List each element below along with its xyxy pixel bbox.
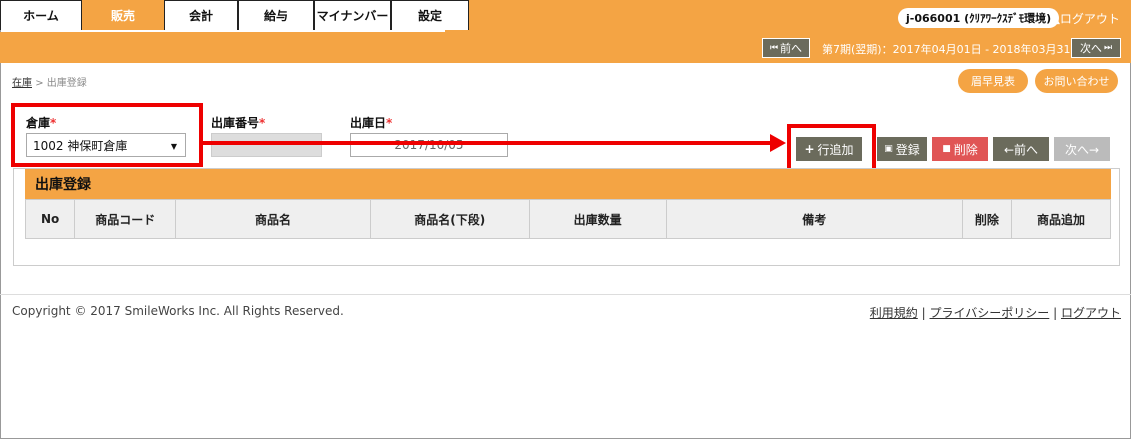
footer-sep: | xyxy=(921,306,926,320)
breadcrumb-separator: > xyxy=(35,78,44,89)
table-header-row: No 商品コード 商品名 商品名(下段) 出庫数量 備考 削除 商品追加 xyxy=(24,199,1112,239)
col-add-product: 商品追加 xyxy=(1010,199,1112,239)
skip-forward-icon: ⏭ xyxy=(1103,43,1113,53)
section-title: 出庫登録 xyxy=(25,169,1111,199)
date-label: 出庫日* xyxy=(350,114,392,131)
col-name: 商品名 xyxy=(175,199,371,239)
period-prev-label: 前へ xyxy=(780,42,803,55)
period-text: 第7期(翌期)：2017年04月01日 - 2018年03月31日 xyxy=(822,43,1082,56)
prev-button[interactable]: ←前へ xyxy=(993,137,1049,161)
tab-sales[interactable]: 販売 xyxy=(82,0,164,30)
col-no: No xyxy=(24,199,76,239)
register-label: 登録 xyxy=(895,142,920,157)
footer-links: 利用規約 | プライバシーポリシー | ログアウト xyxy=(870,304,1121,321)
user-badge: j-066001 (ｸﾘｱﾜｰｸｽﾃﾞﾓ環境) xyxy=(898,8,1060,28)
register-button[interactable]: ▣ 登録 xyxy=(877,137,927,161)
entry-table: No 商品コード 商品名 商品名(下段) 出庫数量 備考 削除 商品追加 xyxy=(24,199,1112,239)
highlight-add-row xyxy=(787,124,876,173)
annotation-arrowhead xyxy=(770,134,786,152)
quote-button[interactable]: 眉早見表 xyxy=(958,69,1028,93)
col-quantity: 出庫数量 xyxy=(528,199,667,239)
col-code: 商品コード xyxy=(74,199,177,239)
tab-accounting[interactable]: 会計 xyxy=(164,0,238,30)
contact-button[interactable]: お問い合わせ xyxy=(1035,69,1118,93)
required-mark: * xyxy=(259,116,266,130)
next-button[interactable]: 次へ→ xyxy=(1054,137,1110,161)
col-notes: 備考 xyxy=(665,199,963,239)
logout-link-top[interactable]: ▲ログアウト xyxy=(1053,10,1120,27)
trash-icon: ■ xyxy=(942,144,951,154)
delete-label: 削除 xyxy=(953,142,978,157)
delete-button[interactable]: ■ 削除 xyxy=(932,137,988,161)
col-delete: 削除 xyxy=(961,199,1012,239)
breadcrumb: 在庫 > 出庫登録 xyxy=(12,74,87,89)
terms-link[interactable]: 利用規約 xyxy=(870,306,918,320)
skip-back-icon: ⏮ xyxy=(769,43,779,53)
tab-home[interactable]: ホーム xyxy=(0,0,82,30)
number-input[interactable] xyxy=(211,133,322,157)
breadcrumb-parent[interactable]: 在庫 xyxy=(12,78,32,89)
required-mark: * xyxy=(386,116,393,130)
period-next-button[interactable]: 次へ ⏭ xyxy=(1071,38,1121,58)
number-label: 出庫番号* xyxy=(211,114,265,131)
copyright: Copyright © 2017 SmileWorks Inc. All Rig… xyxy=(12,304,344,318)
date-input[interactable]: 2017/10/05 xyxy=(350,133,508,157)
highlight-warehouse xyxy=(11,103,203,167)
tab-settings[interactable]: 設定 xyxy=(391,0,469,30)
breadcrumb-current: 出庫登録 xyxy=(46,78,87,89)
privacy-link[interactable]: プライバシーポリシー xyxy=(930,306,1050,320)
tab-payroll[interactable]: 給与 xyxy=(238,0,314,30)
period-next-label: 次へ xyxy=(1079,42,1102,55)
col-name-lower: 商品名(下段) xyxy=(369,199,530,239)
eject-icon: ▲ xyxy=(1053,16,1060,26)
footer-divider xyxy=(0,294,1131,295)
number-label-text: 出庫番号 xyxy=(211,116,260,130)
logout-label: ログアウト xyxy=(1059,12,1120,26)
date-label-text: 出庫日 xyxy=(350,116,387,130)
period-prev-button[interactable]: ⏮ 前へ xyxy=(762,38,810,58)
footer-sep: | xyxy=(1053,306,1058,320)
annotation-arrow-line xyxy=(203,141,773,145)
logout-link[interactable]: ログアウト xyxy=(1061,306,1121,320)
save-icon: ▣ xyxy=(884,144,893,154)
tab-mynumber[interactable]: マイナンバー xyxy=(314,0,391,30)
